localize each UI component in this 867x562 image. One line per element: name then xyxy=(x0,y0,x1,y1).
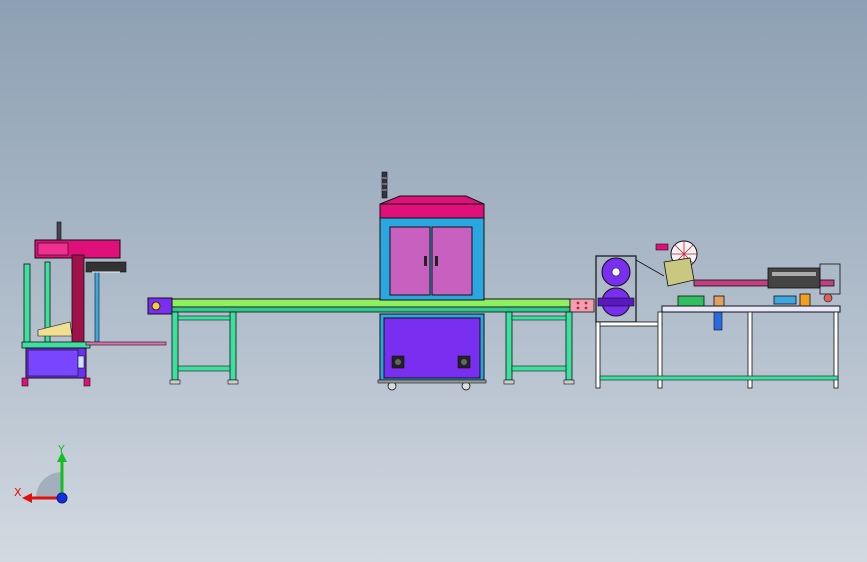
reel-stand-leg xyxy=(595,321,601,389)
z-axis-dot xyxy=(56,492,68,504)
center-enclosure-machine[interactable] xyxy=(377,171,487,391)
loader-outfeed-plate xyxy=(85,341,167,346)
blue-bracket xyxy=(713,311,723,331)
loader-right-rod xyxy=(94,269,100,343)
enclosure-hood xyxy=(379,203,485,219)
main-conveyor[interactable] xyxy=(147,297,595,385)
enclosure-cabinet xyxy=(383,317,481,379)
conveyor-leg xyxy=(229,311,237,381)
table-footrail xyxy=(599,375,839,381)
loader-left-post xyxy=(23,263,31,345)
y-axis-label: Y xyxy=(57,443,65,456)
loader-tabletop xyxy=(21,341,91,349)
conveyor-leg xyxy=(171,311,179,381)
conveyor-drive-pulley xyxy=(151,301,161,311)
coordinate-triad: Y X xyxy=(14,443,68,504)
loader-pusher-column xyxy=(71,254,85,346)
enclosure-hood-top xyxy=(379,195,485,205)
cad-viewport[interactable]: Y X xyxy=(0,0,867,562)
stack-light xyxy=(381,171,388,199)
conveyor-side-rail xyxy=(171,306,571,313)
right-labeling-machine[interactable] xyxy=(595,240,841,389)
work-block-green xyxy=(677,295,705,307)
loader-indicator-light xyxy=(56,221,62,241)
labeler-tabletop xyxy=(661,305,841,313)
feed-unit xyxy=(767,267,821,289)
conveyor-leg xyxy=(505,311,513,381)
loader-cabinet-handle xyxy=(77,355,85,369)
loader-gripper xyxy=(85,261,127,273)
assembly-drawing[interactable]: Y X xyxy=(0,0,867,562)
conveyor-leg xyxy=(565,311,573,381)
door-handle-left[interactable] xyxy=(424,256,427,266)
x-axis-label: X xyxy=(14,486,22,499)
left-loader-machine[interactable] xyxy=(21,221,167,387)
loader-top-panel xyxy=(37,242,69,256)
conveyor-tail-end xyxy=(569,298,595,313)
label-applicator xyxy=(663,257,695,287)
door-handle-right[interactable] xyxy=(435,256,438,266)
conveyor-belt xyxy=(171,298,571,308)
loader-chute xyxy=(37,321,73,337)
triad-plane xyxy=(36,472,62,498)
